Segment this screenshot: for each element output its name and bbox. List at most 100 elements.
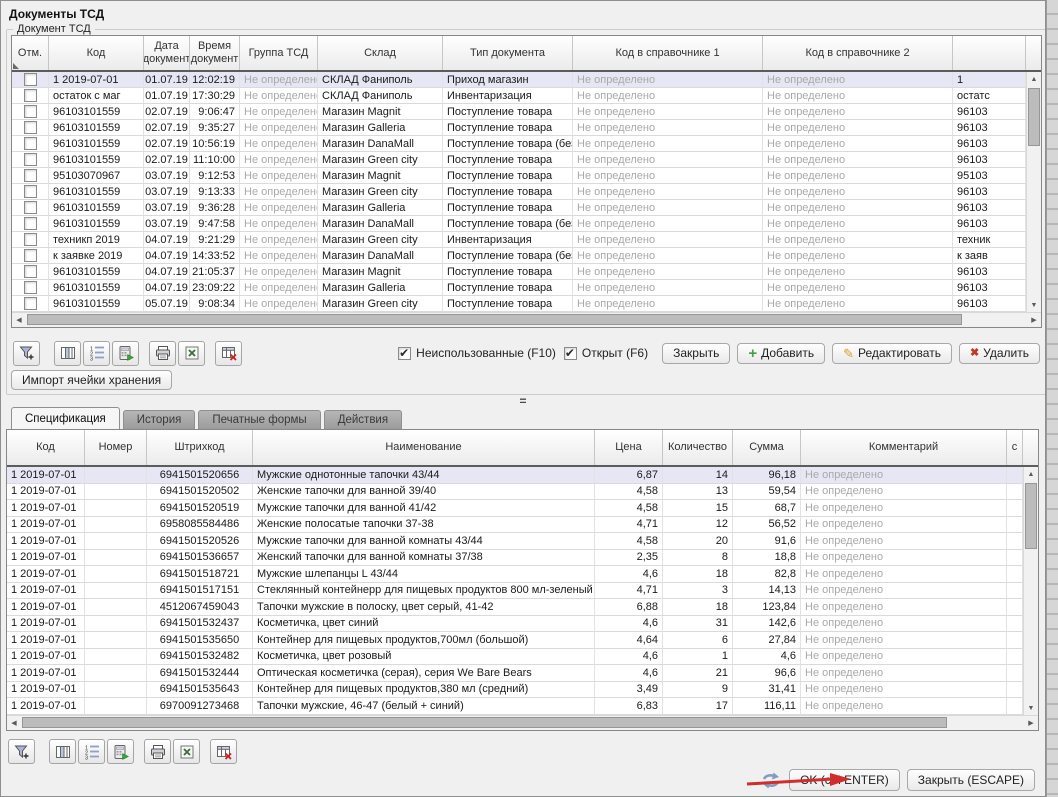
- row-checkbox[interactable]: [24, 217, 37, 230]
- table-row[interactable]: к заявке 201904.07.1914:33:52Не определе…: [12, 248, 1028, 264]
- column-header[interactable]: Отм.: [12, 36, 49, 70]
- row-checkbox[interactable]: [24, 185, 37, 198]
- table-row[interactable]: 9610310155902.07.1911:10:00Не определено…: [12, 152, 1028, 168]
- table-row[interactable]: 9610310155902.07.199:35:27Не определеноМ…: [12, 120, 1028, 136]
- scrollbar-thumb[interactable]: [22, 717, 947, 728]
- delete-button[interactable]: ✖Удалить: [959, 343, 1040, 364]
- row-checkbox[interactable]: [24, 297, 37, 310]
- column-header[interactable]: Код в справочнике 1: [573, 36, 763, 70]
- checkbox-icon[interactable]: [564, 347, 577, 360]
- vertical-scrollbar[interactable]: ▲ ▼: [1023, 467, 1038, 715]
- column-header[interactable]: Группа ТСД: [240, 36, 318, 70]
- table-row[interactable]: техникп 201904.07.199:21:29Не определено…: [12, 232, 1028, 248]
- row-checkbox[interactable]: [24, 105, 37, 118]
- column-header[interactable]: Комментарий: [801, 430, 1007, 465]
- row-checkbox[interactable]: [24, 281, 37, 294]
- horizontal-scrollbar[interactable]: ◀ ▶: [7, 715, 1038, 730]
- close-escape-button[interactable]: Закрыть (ESCAPE): [907, 769, 1035, 791]
- table-row[interactable]: 1 2019-07-016970091273468Тапочки мужские…: [7, 698, 1025, 715]
- column-header[interactable]: Время документ: [190, 36, 240, 70]
- tab-3[interactable]: Действия: [324, 410, 402, 429]
- table-row[interactable]: 1 2019-07-016941501520502Женские тапочки…: [7, 484, 1025, 501]
- scrollbar-thumb[interactable]: [27, 314, 962, 325]
- column-header[interactable]: Сумма: [733, 430, 801, 465]
- clear-grid-icon[interactable]: [215, 341, 242, 366]
- column-header[interactable]: Код: [49, 36, 144, 70]
- column-header[interactable]: Цена: [595, 430, 663, 465]
- filter-add-icon[interactable]: [13, 341, 40, 366]
- filter-add-icon[interactable]: [8, 739, 35, 764]
- table-row[interactable]: 9610310155905.07.199:08:34Не определеноМ…: [12, 296, 1028, 312]
- table-row[interactable]: 9610310155902.07.199:06:47Не определеноМ…: [12, 104, 1028, 120]
- table-row[interactable]: 1 2019-07-016941501520519Мужские тапочки…: [7, 500, 1025, 517]
- column-header[interactable]: Код: [7, 430, 85, 465]
- export-calc-icon[interactable]: [112, 341, 139, 366]
- table-row[interactable]: 1 2019-07-016941501536657Женский тапочки…: [7, 550, 1025, 567]
- export-excel-icon[interactable]: [178, 341, 205, 366]
- table-row[interactable]: 9510307096703.07.199:12:53Не определеноМ…: [12, 168, 1028, 184]
- row-checkbox[interactable]: [24, 137, 37, 150]
- table-row[interactable]: 9610310155903.07.199:47:58Не определеноМ…: [12, 216, 1028, 232]
- tab-1[interactable]: История: [123, 410, 196, 429]
- table-row[interactable]: 9610310155904.07.1923:09:22Не определено…: [12, 280, 1028, 296]
- column-header[interactable]: Номер: [85, 430, 147, 465]
- column-header[interactable]: Дата документ: [144, 36, 190, 70]
- import-storage-cell-button[interactable]: Импорт ячейки хранения: [11, 370, 172, 390]
- horizontal-scrollbar[interactable]: ◀ ▶: [12, 312, 1041, 327]
- table-row[interactable]: остаток с маг01.07.1917:30:29Не определе…: [12, 88, 1028, 104]
- scrollbar-thumb[interactable]: [1025, 483, 1037, 549]
- column-header[interactable]: Штрихкод: [147, 430, 253, 465]
- row-checkbox[interactable]: [24, 249, 37, 262]
- column-header[interactable]: с: [1007, 430, 1023, 465]
- vertical-scrollbar[interactable]: ▲ ▼: [1026, 72, 1041, 312]
- clear-grid-icon[interactable]: [210, 739, 237, 764]
- tab-0[interactable]: Спецификация: [11, 407, 120, 429]
- table-row[interactable]: 9610310155903.07.199:36:28Не определеноМ…: [12, 200, 1028, 216]
- column-setup-icon[interactable]: [49, 739, 76, 764]
- table-row[interactable]: 1 2019-07-016941501535643Контейнер для п…: [7, 682, 1025, 699]
- row-checkbox[interactable]: [24, 73, 37, 86]
- table-row[interactable]: 1 2019-07-016941501532444Оптическая косм…: [7, 665, 1025, 682]
- tab-2[interactable]: Печатные формы: [198, 410, 320, 429]
- export-excel-icon[interactable]: [173, 739, 200, 764]
- column-header[interactable]: [953, 36, 1026, 70]
- scroll-up-arrow-icon[interactable]: ▲: [1024, 467, 1038, 481]
- row-checkbox[interactable]: [24, 233, 37, 246]
- row-checkbox[interactable]: [24, 121, 37, 134]
- scroll-left-arrow-icon[interactable]: ◀: [12, 313, 26, 327]
- scroll-up-arrow-icon[interactable]: ▲: [1027, 72, 1041, 86]
- table-row[interactable]: 9610310155904.07.1921:05:37Не определено…: [12, 264, 1028, 280]
- scroll-right-arrow-icon[interactable]: ▶: [1024, 716, 1038, 730]
- table-row[interactable]: 1 2019-07-016941501520526Мужские тапочки…: [7, 533, 1025, 550]
- edit-button[interactable]: ✎Редактировать: [832, 343, 952, 364]
- table-row[interactable]: 1 2019-07-016941501517151Стеклянный конт…: [7, 583, 1025, 600]
- filter-checkbox-1[interactable]: Открыт (F6): [564, 346, 648, 360]
- refresh-icon[interactable]: [760, 772, 782, 789]
- row-checkbox[interactable]: [24, 89, 37, 102]
- column-header[interactable]: Наименование: [253, 430, 595, 465]
- panel-splitter-handle[interactable]: =: [1, 395, 1045, 407]
- row-numbering-icon[interactable]: 123: [78, 739, 105, 764]
- column-setup-icon[interactable]: [54, 341, 81, 366]
- ok-button[interactable]: OK (ctrl ENTER): [789, 769, 900, 791]
- checkbox-icon[interactable]: [398, 347, 411, 360]
- table-row[interactable]: 1 2019-07-016941501518721Мужские шлепанц…: [7, 566, 1025, 583]
- export-calc-icon[interactable]: [107, 739, 134, 764]
- add-button[interactable]: +Добавить: [737, 343, 825, 364]
- print-icon[interactable]: [144, 739, 171, 764]
- scroll-right-arrow-icon[interactable]: ▶: [1027, 313, 1041, 327]
- table-row[interactable]: 1 2019-07-016958085584486Женские полосат…: [7, 517, 1025, 534]
- table-row[interactable]: 1 2019-07-016941501535650Контейнер для п…: [7, 632, 1025, 649]
- table-row[interactable]: 9610310155902.07.1910:56:19Не определено…: [12, 136, 1028, 152]
- scrollbar-thumb[interactable]: [1028, 88, 1040, 146]
- row-checkbox[interactable]: [24, 265, 37, 278]
- filter-checkbox-0[interactable]: Неиспользованные (F10): [398, 346, 556, 360]
- scroll-down-arrow-icon[interactable]: ▼: [1024, 701, 1038, 715]
- column-header[interactable]: Тип документа: [443, 36, 573, 70]
- row-checkbox[interactable]: [24, 169, 37, 182]
- column-header[interactable]: Количество: [663, 430, 733, 465]
- column-header[interactable]: Код в справочнике 2: [763, 36, 953, 70]
- table-row[interactable]: 1 2019-07-016941501520656Мужские однотон…: [7, 467, 1025, 484]
- column-header[interactable]: Склад: [318, 36, 443, 70]
- row-numbering-icon[interactable]: 123: [83, 341, 110, 366]
